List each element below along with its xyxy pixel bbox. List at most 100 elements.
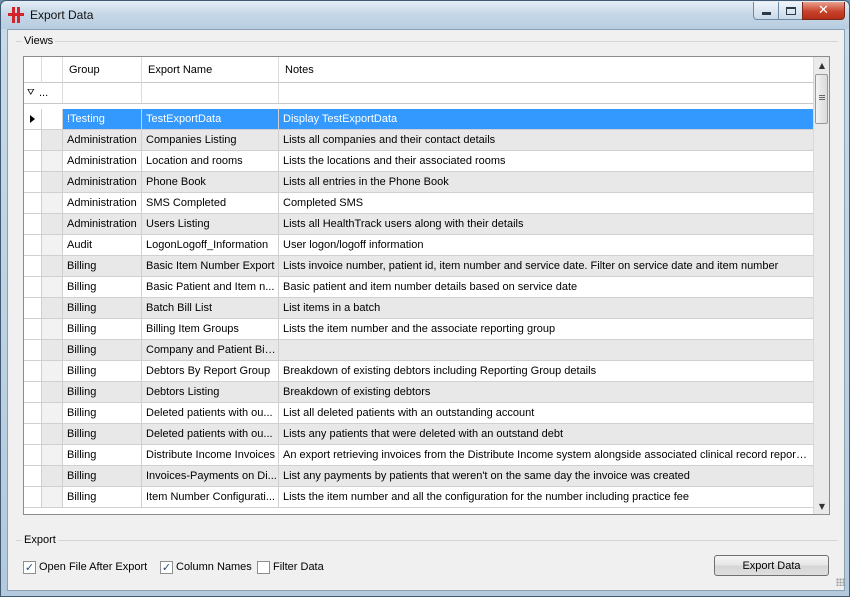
notes-cell[interactable]: Lists invoice number, patient id, item n… [279, 256, 813, 276]
export-name-cell[interactable]: Debtors Listing [142, 382, 279, 402]
table-row[interactable]: Billing Billing Item Groups Lists the item… [24, 319, 813, 340]
export-name-cell[interactable]: Billing Item Groups [142, 319, 279, 339]
group-cell[interactable]: Billing [63, 298, 142, 318]
row-indicator-cell[interactable] [24, 424, 42, 444]
group-cell[interactable]: !Testing [63, 109, 142, 129]
table-row[interactable]: Billing Deleted patients with ou... List a… [24, 403, 813, 424]
group-cell[interactable]: Billing [63, 277, 142, 297]
table-row[interactable]: Audit LogonLogoff_Information User logon/l… [24, 235, 813, 256]
views-grid[interactable]: Group Export Name Notes ⛛ ... !Testing Te… [23, 56, 830, 515]
notes-cell[interactable]: Breakdown of existing debtors [279, 382, 813, 402]
row-indicator-cell[interactable] [24, 214, 42, 234]
table-row[interactable]: Billing Basic Patient and Item n... Basic … [24, 277, 813, 298]
row-indicator-cell[interactable] [24, 445, 42, 465]
checkbox-label[interactable]: Filter Data [273, 561, 324, 573]
checkbox-label[interactable]: Column Names [176, 561, 252, 573]
group-cell[interactable]: Billing [63, 319, 142, 339]
notes-cell[interactable]: List all deleted patients with an outsta… [279, 403, 813, 423]
group-cell[interactable]: Billing [63, 424, 142, 444]
maximize-button[interactable] [778, 2, 803, 20]
checkbox-box[interactable]: ✓ [160, 560, 173, 574]
row-indicator-cell[interactable] [24, 256, 42, 276]
group-cell[interactable]: Billing [63, 466, 142, 486]
notes-cell[interactable] [279, 340, 813, 360]
row-indicator-cell[interactable] [24, 151, 42, 171]
table-row[interactable]: Billing Item Number Configurati... Lists t… [24, 487, 813, 508]
table-row[interactable]: Administration Location and rooms Lists th… [24, 151, 813, 172]
row-indicator-cell[interactable] [24, 487, 42, 507]
group-cell[interactable]: Billing [63, 445, 142, 465]
export-name-cell[interactable]: Phone Book [142, 172, 279, 192]
column-names-checkbox[interactable]: ✓ Column Names [160, 559, 252, 575]
resize-grip-icon[interactable] [836, 578, 844, 586]
close-button[interactable]: ✕ [802, 2, 845, 20]
filter-cell-export-name[interactable] [142, 83, 279, 103]
row-indicator-cell[interactable] [24, 361, 42, 381]
notes-cell[interactable]: Lists all entries in the Phone Book [279, 172, 813, 192]
group-cell[interactable]: Audit [63, 235, 142, 255]
row-indicator-cell[interactable] [24, 466, 42, 486]
notes-cell[interactable]: User logon/logoff information [279, 235, 813, 255]
row-indicator-cell[interactable] [24, 298, 42, 318]
export-name-cell[interactable]: Deleted patients with ou... [142, 424, 279, 444]
notes-cell[interactable]: List items in a batch [279, 298, 813, 318]
row-indicator-cell[interactable] [24, 319, 42, 339]
export-name-cell[interactable]: SMS Completed [142, 193, 279, 213]
export-name-cell[interactable]: LogonLogoff_Information [142, 235, 279, 255]
row-indicator-cell[interactable] [24, 109, 42, 129]
export-data-button[interactable]: Export Data [714, 555, 829, 576]
group-cell[interactable]: Billing [63, 487, 142, 507]
filter-cell-group[interactable] [63, 83, 142, 103]
export-name-cell[interactable]: Users Listing [142, 214, 279, 234]
table-row[interactable]: Billing Company and Patient Billi... [24, 340, 813, 361]
title-bar[interactable]: Export Data ✕ [1, 1, 849, 29]
scrollbar-thumb[interactable] [815, 74, 828, 124]
group-cell[interactable]: Billing [63, 403, 142, 423]
table-row[interactable]: Billing Distribute Income Invoices An expo… [24, 445, 813, 466]
row-indicator-cell[interactable] [24, 235, 42, 255]
group-cell[interactable]: Administration [63, 172, 142, 192]
minimize-button[interactable] [753, 2, 779, 20]
column-header-group[interactable]: Group [63, 57, 142, 83]
notes-cell[interactable]: Breakdown of existing debtors including … [279, 361, 813, 381]
row-indicator-cell[interactable] [24, 382, 42, 402]
group-cell[interactable]: Billing [63, 361, 142, 381]
notes-cell[interactable]: Lists any patients that were deleted wit… [279, 424, 813, 444]
export-name-cell[interactable]: Distribute Income Invoices [142, 445, 279, 465]
export-name-cell[interactable]: Companies Listing [142, 130, 279, 150]
notes-cell[interactable]: Lists the locations and their associated… [279, 151, 813, 171]
row-indicator-cell[interactable] [24, 193, 42, 213]
group-cell[interactable]: Administration [63, 214, 142, 234]
export-name-cell[interactable]: Location and rooms [142, 151, 279, 171]
table-row[interactable]: Billing Basic Item Number Export Lists inv… [24, 256, 813, 277]
notes-cell[interactable]: Lists all HealthTrack users along with t… [279, 214, 813, 234]
row-indicator-cell[interactable] [24, 130, 42, 150]
export-name-cell[interactable]: Item Number Configurati... [142, 487, 279, 507]
group-cell[interactable]: Billing [63, 340, 142, 360]
scroll-down-icon[interactable]: ▼ [814, 498, 829, 514]
column-header-notes[interactable]: Notes [279, 57, 813, 83]
table-row[interactable]: Administration Phone Book Lists all entrie… [24, 172, 813, 193]
notes-cell[interactable]: An export retrieving invoices from the D… [279, 445, 813, 465]
table-row[interactable]: Billing Debtors By Report Group Breakdown … [24, 361, 813, 382]
checkbox-label[interactable]: Open File After Export [39, 561, 147, 573]
table-row[interactable]: Billing Invoices-Payments on Di... List an… [24, 466, 813, 487]
notes-cell[interactable]: Lists the item number and all the config… [279, 487, 813, 507]
notes-cell[interactable]: Lists the item number and the associate … [279, 319, 813, 339]
group-cell[interactable]: Billing [63, 256, 142, 276]
filter-toggle-cell[interactable]: ⛛ ... [24, 83, 63, 103]
table-row[interactable]: Billing Deleted patients with ou... Lists … [24, 424, 813, 445]
scroll-up-icon[interactable]: ▲ [814, 57, 829, 73]
table-row[interactable]: Administration SMS Completed Completed SMS [24, 193, 813, 214]
row-indicator-cell[interactable] [24, 403, 42, 423]
export-name-cell[interactable]: Batch Bill List [142, 298, 279, 318]
export-name-cell[interactable]: Deleted patients with ou... [142, 403, 279, 423]
filter-cell-notes[interactable] [279, 83, 813, 103]
filter-data-checkbox[interactable]: Filter Data [257, 559, 324, 575]
export-name-cell[interactable]: Basic Item Number Export [142, 256, 279, 276]
column-header-export-name[interactable]: Export Name [142, 57, 279, 83]
notes-cell[interactable]: List any payments by patients that weren… [279, 466, 813, 486]
group-cell[interactable]: Administration [63, 130, 142, 150]
table-row[interactable]: Billing Debtors Listing Breakdown of exist… [24, 382, 813, 403]
checkbox-box[interactable] [257, 560, 270, 574]
